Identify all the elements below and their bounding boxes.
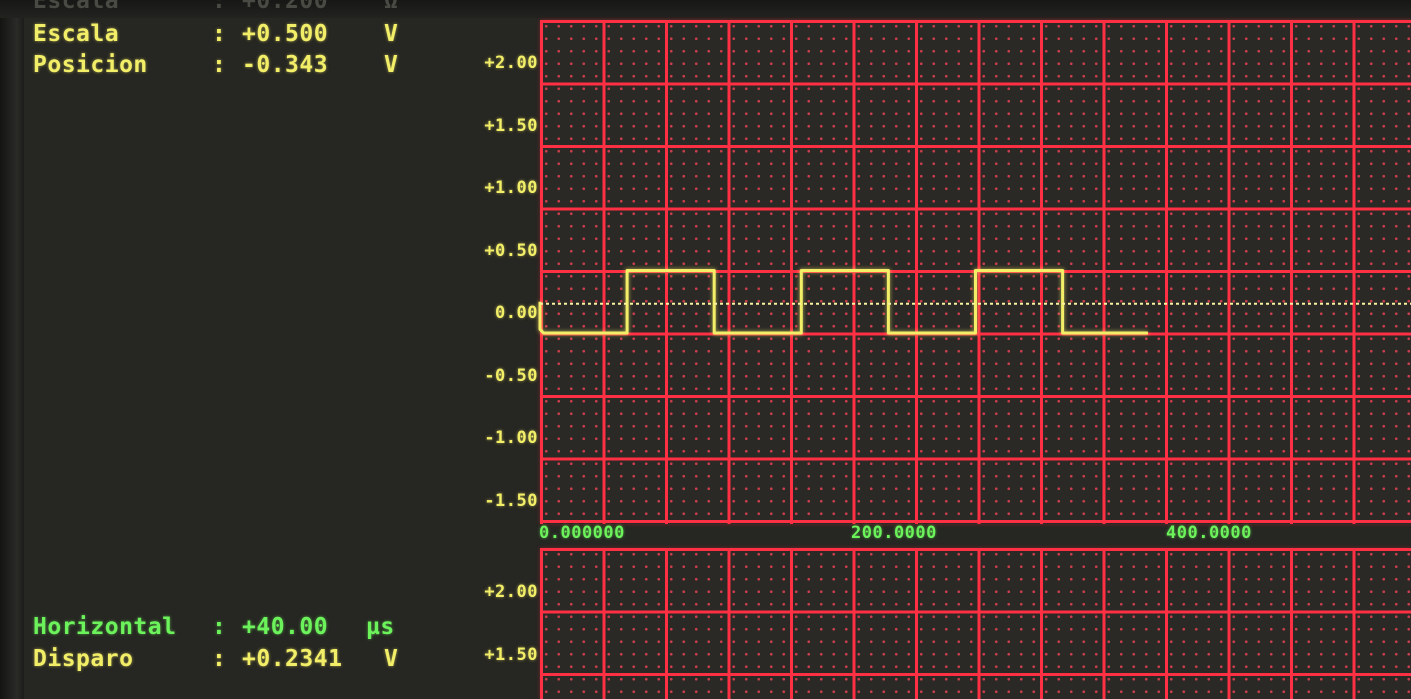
trigger-unit: V (384, 646, 399, 672)
waveform-trace (538, 269, 1148, 335)
top-plot-trace-layer (538, 269, 1411, 335)
y-tick-label: +1.50 (484, 116, 538, 136)
y-tick-label: +2.00 (484, 53, 538, 73)
horizontal-value: +40.00 (242, 614, 329, 640)
scale-value: +0.500 (242, 21, 329, 47)
x-tick-label: 200.0000 (851, 523, 937, 543)
bottom-plot-grid (540, 548, 1411, 699)
ghost-header-value: +0.200 (242, 0, 329, 14)
position-unit: V (384, 52, 399, 78)
x-tick-label: 0.000000 (539, 523, 625, 543)
scale-label: Escala (33, 21, 120, 47)
ghost-header-label: Escala (33, 0, 120, 14)
trigger-separator: : (212, 646, 227, 672)
horizontal-separator: : (212, 614, 227, 640)
bottom-y-tick-label: +1.50 (484, 645, 538, 665)
position-value: -0.343 (242, 52, 329, 78)
horizontal-label: Horizontal (33, 614, 177, 640)
x-tick-label: 400.0000 (1166, 523, 1252, 543)
trigger-label: Disparo (33, 646, 134, 672)
trigger-value: +0.2341 (242, 646, 343, 672)
position-separator: : (212, 52, 227, 78)
y-tick-label: 0.00 (495, 303, 538, 323)
y-tick-label: +1.00 (484, 178, 538, 198)
y-tick-label: -0.50 (484, 366, 538, 386)
scale-separator: : (212, 21, 227, 47)
y-tick-label: +0.50 (484, 241, 538, 261)
screen-bezel-left (0, 0, 24, 699)
y-tick-label: -1.50 (484, 491, 538, 511)
scale-unit: V (384, 21, 399, 47)
y-tick-label: -1.00 (484, 428, 538, 448)
ghost-header-unit: Ω (384, 0, 399, 14)
ghost-header-separator: : (212, 0, 227, 14)
position-label: Posicion (33, 52, 148, 78)
horizontal-unit: µs (366, 614, 395, 640)
bottom-y-tick-label: +2.00 (484, 582, 538, 602)
